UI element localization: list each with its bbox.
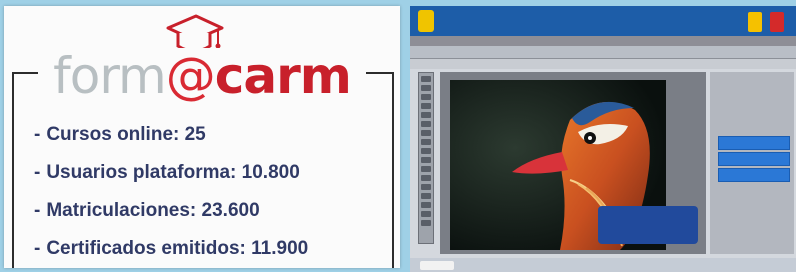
layer-row[interactable]: [718, 168, 790, 182]
instruction-tooltip: [598, 206, 698, 244]
stat-matriculaciones: - Matriculaciones: 23.600: [34, 200, 260, 221]
formacarm-logo: form@carm: [38, 48, 366, 104]
course-screenshot: [410, 6, 796, 272]
region-emblem-icon: [418, 10, 434, 32]
logo-text-carm: carm: [214, 47, 352, 105]
bookmark-red-icon: [770, 12, 784, 32]
stat-certificados-emitidos: - Certificados emitidos: 11.900: [34, 238, 309, 259]
logo-text-at: @: [165, 47, 216, 105]
layer-row[interactable]: [718, 136, 790, 150]
screenshot-footer: [410, 258, 796, 272]
formacarm-card: form@carm - Cursos online: 25 - Usuarios p…: [4, 6, 400, 268]
stat-cursos-online: - Cursos online: 25: [34, 124, 206, 145]
stat-usuarios-plataforma: - Usuarios plataforma: 10.800: [34, 162, 300, 183]
bookmark-yellow-icon: [748, 12, 762, 32]
app-toolbar: [410, 46, 796, 59]
layers-panel: [710, 72, 794, 254]
app-options-bar: [410, 59, 796, 69]
logo-text-form: form: [53, 47, 167, 105]
app-menubar: [410, 36, 796, 46]
tools-panel: [418, 72, 434, 244]
mini-logo: [420, 261, 454, 270]
stats-list: - Cursos online: 25 - Usuarios plataforma:…: [34, 116, 308, 268]
layer-row[interactable]: [718, 152, 790, 166]
screenshot-header: [410, 6, 796, 36]
